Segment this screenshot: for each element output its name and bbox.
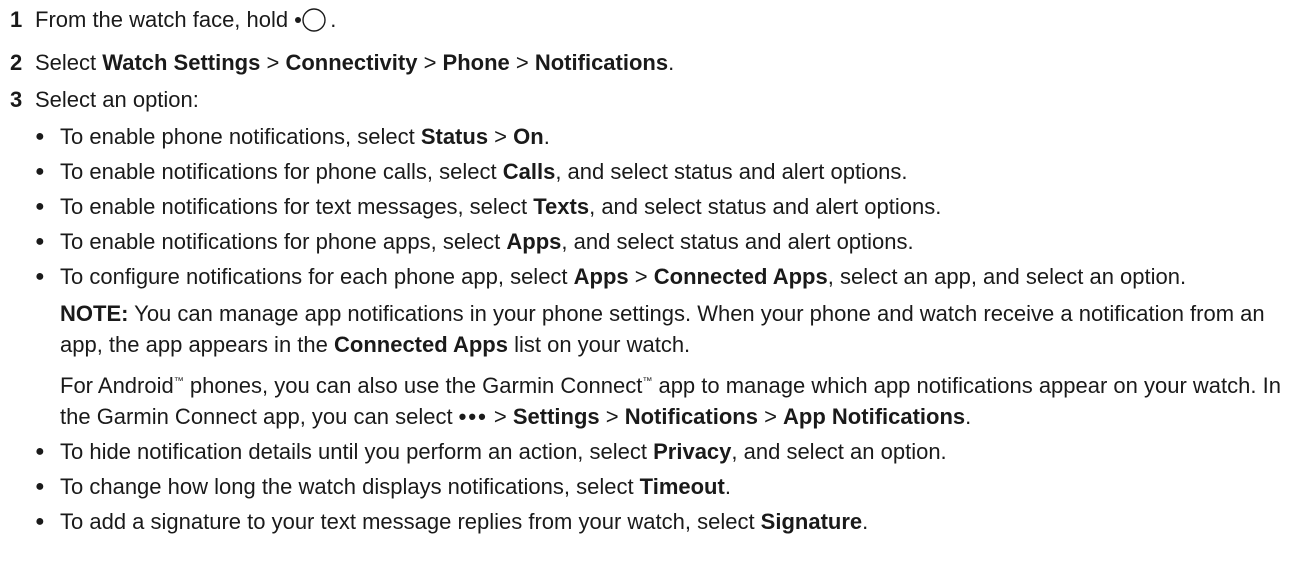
list-item-privacy: ● To hide notification details until you… xyxy=(35,436,1308,467)
step-1: 1 From the watch face, hold . xyxy=(10,4,1308,41)
list-item-timeout: ● To change how long the watch displays … xyxy=(35,471,1308,502)
step-number: 1 xyxy=(10,7,23,32)
bullet-icon: ● xyxy=(35,268,45,285)
bullet-icon: ● xyxy=(35,478,45,495)
list-item-apps: ● To enable notifications for phone apps… xyxy=(35,226,1308,257)
list-item-configure: ● To configure notifications for each ph… xyxy=(35,261,1308,432)
bullet-icon: ● xyxy=(35,443,45,460)
bullet-icon: ● xyxy=(35,163,45,180)
step-2: 2 Select Watch Settings > Connectivity >… xyxy=(10,47,1308,78)
watch-button-icon xyxy=(294,7,330,41)
option-list: ● To enable phone notifications, select … xyxy=(10,121,1308,537)
bullet-icon: ● xyxy=(35,233,45,250)
list-item-texts: ● To enable notifications for text messa… xyxy=(35,191,1308,222)
list-item-status: ● To enable phone notifications, select … xyxy=(35,121,1308,152)
bullet-icon: ● xyxy=(35,513,45,530)
bullet-icon: ● xyxy=(35,128,45,145)
list-item-signature: ● To add a signature to your text messag… xyxy=(35,506,1308,537)
document: 1 From the watch face, hold . 2 Select W… xyxy=(0,0,1308,537)
step-number: 3 xyxy=(10,87,23,112)
step-3: 3 Select an option: xyxy=(10,84,1308,115)
step-number: 2 xyxy=(10,50,23,75)
bullet-icon: ● xyxy=(35,198,45,215)
android-paragraph: For Android™ phones, you can also use th… xyxy=(60,373,1281,429)
note-paragraph: NOTE: You can manage app notifications i… xyxy=(60,301,1265,357)
list-item-calls: ● To enable notifications for phone call… xyxy=(35,156,1308,187)
more-icon: ••• xyxy=(458,404,488,429)
